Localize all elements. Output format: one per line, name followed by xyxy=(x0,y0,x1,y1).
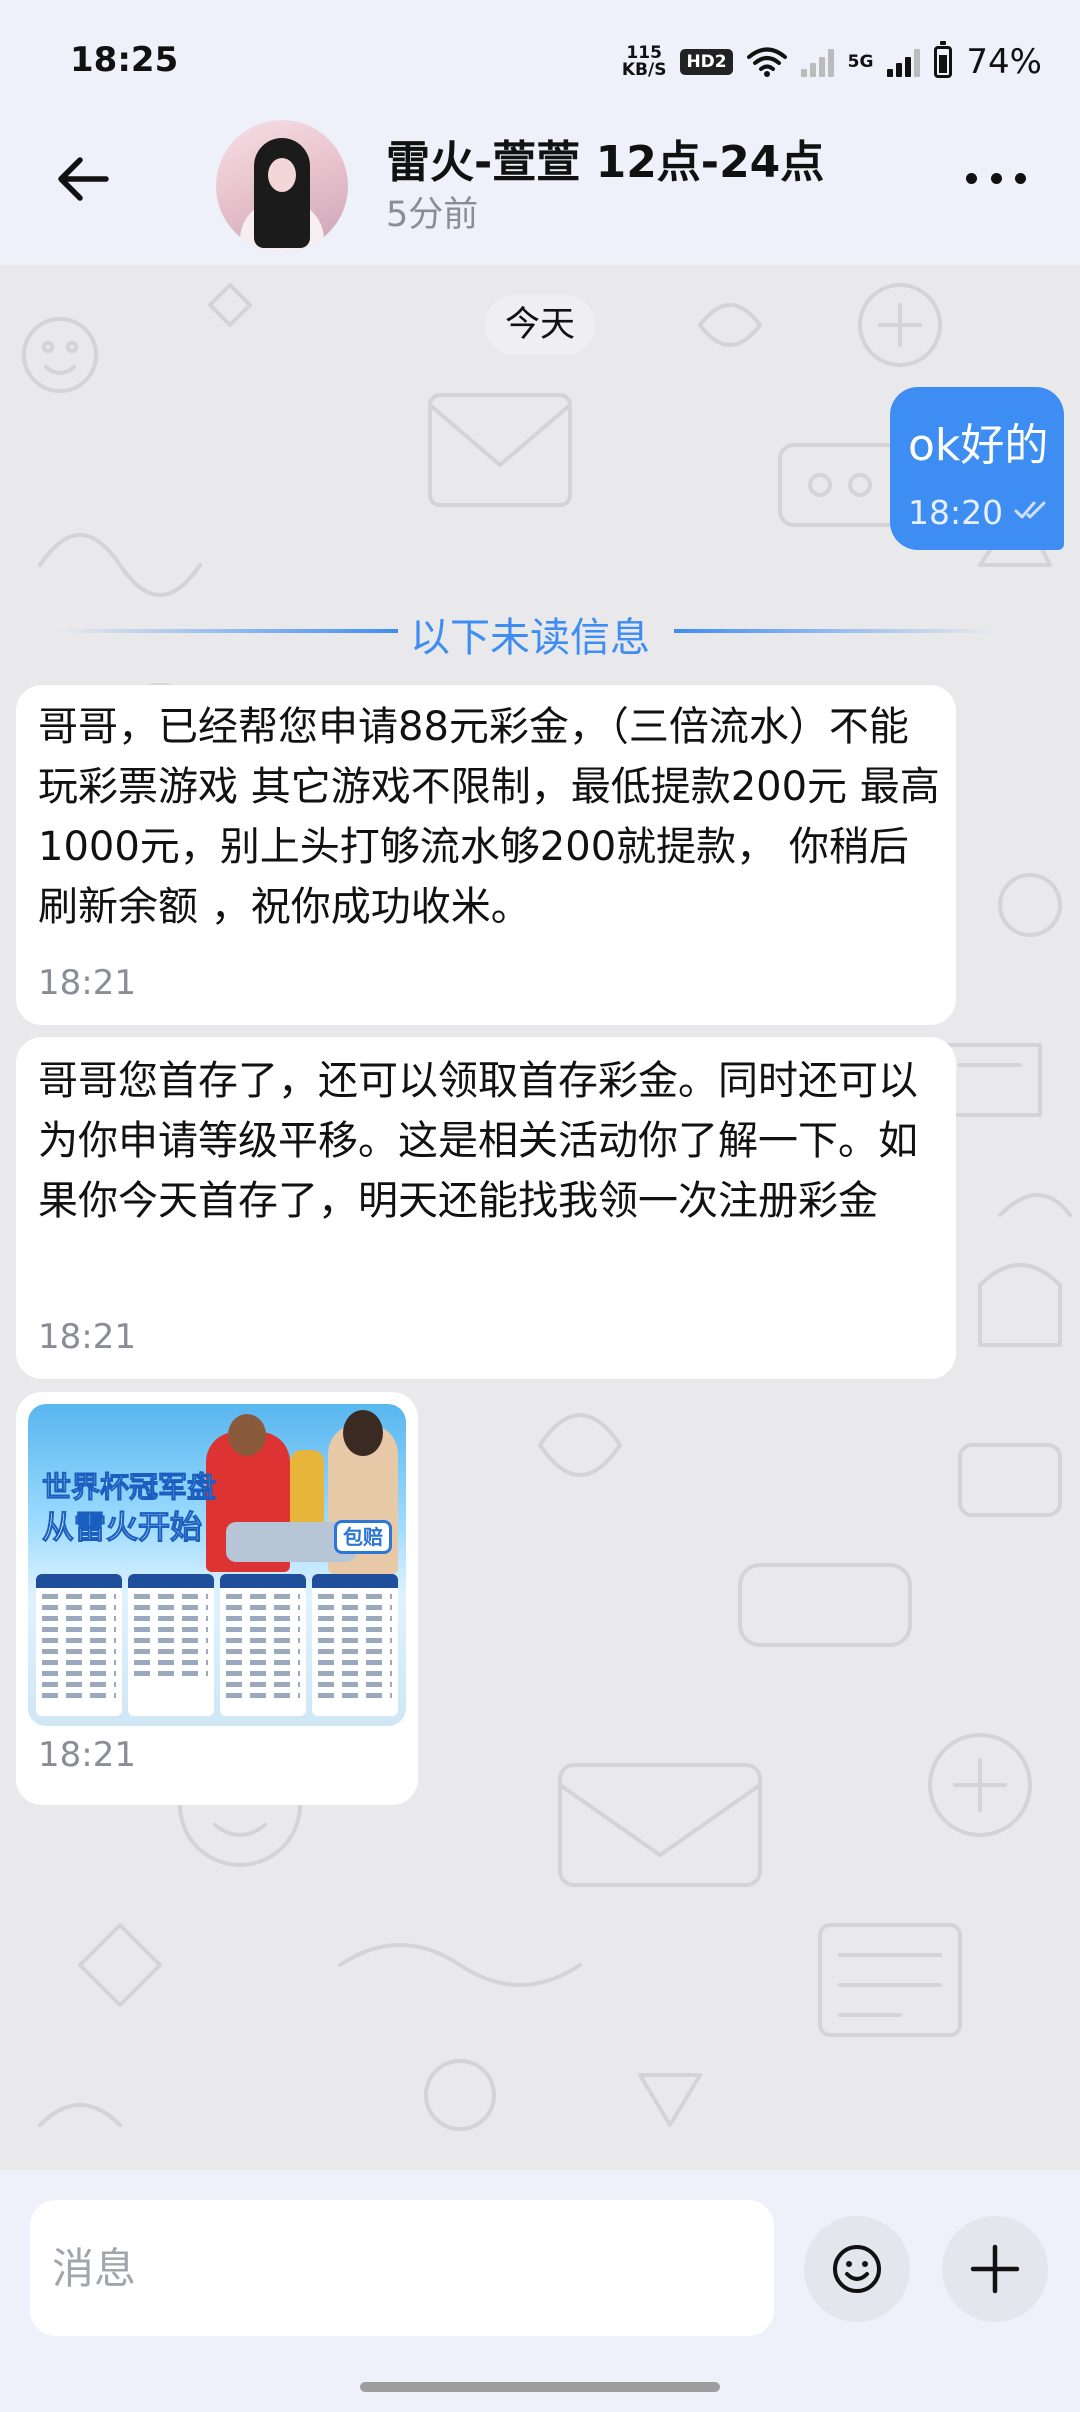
last-seen: 5分前 xyxy=(386,195,479,235)
promo-badge: 包赔 xyxy=(334,1520,392,1554)
incoming-image-message[interactable]: 包赔 世界杯冠军盘 从雷火开始 18:21 xyxy=(16,1392,418,1805)
incoming-message[interactable]: 哥哥，已经帮您申请88元彩金，（三倍流水）不能玩彩票游戏 其它游戏不限制，最低提… xyxy=(16,685,956,1025)
signal-icon-2 xyxy=(887,47,921,77)
status-icons: 115 KB/S HD2 5G 74% xyxy=(622,38,1042,86)
chat-area[interactable]: 今天 ok好的 18:20 以下未读信息 哥哥，已经帮您申请88元彩金，（三倍流… xyxy=(0,265,1080,2170)
double-check-icon xyxy=(1014,501,1046,519)
avatar[interactable] xyxy=(216,120,348,252)
promo-image[interactable]: 包赔 世界杯冠军盘 从雷火开始 xyxy=(28,1404,406,1726)
attach-button[interactable] xyxy=(942,2216,1048,2322)
promo-table xyxy=(312,1574,398,1716)
message-time: 18:21 xyxy=(38,963,136,1003)
promo-table xyxy=(36,1574,122,1716)
outgoing-message[interactable]: ok好的 18:20 xyxy=(890,387,1064,550)
battery-percent: 74% xyxy=(966,42,1042,82)
date-separator: 今天 xyxy=(485,295,595,355)
promo-headline-1: 世界杯冠军盘 xyxy=(41,1470,217,1505)
plus-icon xyxy=(970,2244,1020,2294)
message-text: ok好的 xyxy=(908,420,1049,471)
composer xyxy=(0,2170,1080,2412)
emoji-button[interactable] xyxy=(804,2216,910,2322)
message-time: 18:20 xyxy=(908,493,1004,532)
unread-divider: 以下未读信息 xyxy=(58,605,994,661)
emoji-icon xyxy=(833,2245,881,2293)
promo-table xyxy=(128,1574,214,1716)
promo-tables xyxy=(36,1574,398,1716)
signal-icon xyxy=(800,47,834,77)
message-text: 哥哥您首存了，还可以领取首存彩金。同时还可以为你申请等级平移。这是相关活动你了解… xyxy=(38,1058,918,1224)
divider-line-left xyxy=(58,629,398,633)
message-text: 哥哥，已经帮您申请88元彩金，（三倍流水）不能玩彩票游戏 其它游戏不限制，最低提… xyxy=(38,704,940,930)
chat-title[interactable]: 雷火-萱萱 12点-24点 xyxy=(386,126,824,190)
incoming-message[interactable]: 哥哥您首存了，还可以领取首存彩金。同时还可以为你申请等级平移。这是相关活动你了解… xyxy=(16,1037,956,1379)
chat-header: 雷火-萱萱 12点-24点 5分前 xyxy=(0,120,1080,265)
promo-headline-2: 从雷火开始 xyxy=(41,1508,203,1547)
status-bar: 18:25 115 KB/S HD2 5G 74% xyxy=(0,0,1080,120)
hd-badge: HD2 xyxy=(680,49,733,75)
more-dots-icon[interactable] xyxy=(966,170,1026,186)
network-speed-unit: KB/S xyxy=(621,60,667,80)
message-input[interactable] xyxy=(30,2200,774,2336)
player-head xyxy=(228,1414,266,1456)
wifi-icon xyxy=(746,47,787,77)
divider-line-right xyxy=(674,629,994,633)
network-type: 5G xyxy=(847,52,874,72)
network-speed: 115 KB/S xyxy=(622,45,667,79)
message-time: 18:21 xyxy=(38,1317,136,1357)
model-head xyxy=(343,1410,383,1456)
status-time: 18:25 xyxy=(70,40,179,80)
home-indicator[interactable] xyxy=(360,2382,720,2392)
unread-label: 以下未读信息 xyxy=(410,615,650,661)
message-time: 18:21 xyxy=(38,1735,136,1775)
promo-table xyxy=(220,1574,306,1716)
back-arrow-icon[interactable] xyxy=(52,148,114,210)
battery-icon xyxy=(934,41,953,78)
